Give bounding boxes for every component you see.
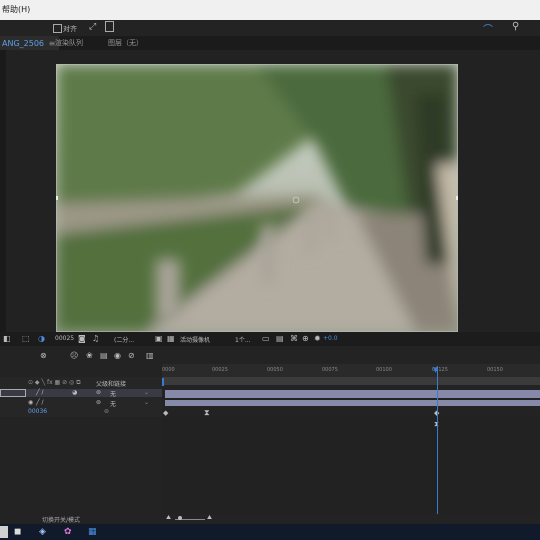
hourglass-keyframe-icon[interactable]: ⧗ — [204, 408, 210, 418]
chevron-down-icon[interactable]: ⌄ — [144, 389, 149, 396]
layer-switches[interactable]: ╱ ∕ — [36, 399, 44, 406]
pickwhip-icon[interactable]: ⊚ — [96, 399, 101, 406]
roi-icon[interactable]: ▣ — [155, 334, 163, 343]
ruler-tick: 00025 — [212, 367, 228, 373]
frame-blend-icon[interactable]: ▤ — [100, 351, 108, 360]
brush-icon[interactable]: ⌒ — [483, 21, 493, 36]
time-value[interactable]: 00036 — [28, 408, 47, 415]
layer-switch-icon[interactable]: ⊗ — [40, 351, 47, 360]
shy-icon[interactable]: ☹ — [70, 351, 78, 360]
timeline-empty-area — [162, 417, 540, 514]
exposure-icon[interactable]: ✹ — [314, 334, 321, 343]
draft-3d-icon[interactable]: ❀ — [86, 351, 93, 360]
taskbar-app-icon[interactable] — [0, 526, 8, 538]
zoom-in-icon[interactable]: ⛰ — [207, 514, 212, 522]
graph-icon[interactable]: ▥ — [146, 351, 154, 360]
region-icon[interactable]: ⬚ — [22, 334, 30, 343]
flowchart-icon[interactable]: ⊕ — [302, 334, 309, 343]
fast-preview-icon[interactable]: ▤ — [276, 334, 284, 343]
tab-render-queue[interactable]: 渲染队列 — [55, 38, 83, 48]
composition-frame[interactable] — [56, 64, 458, 332]
graph-editor-icon[interactable]: ⊘ — [128, 351, 135, 360]
keyframe-icon[interactable]: ◆ — [163, 409, 168, 417]
menu-help[interactable]: 帮助(H) — [2, 4, 30, 15]
menu-bar: 帮助(H) — [0, 0, 540, 20]
time-ruler[interactable]: 0000 00025 00050 00075 00100 00125 00150 — [162, 364, 540, 377]
keyframe-link-icon[interactable]: ⊚ — [104, 408, 109, 415]
align-checkbox[interactable] — [53, 24, 62, 33]
work-area-start[interactable] — [162, 378, 164, 386]
show-snapshot-icon[interactable]: ♫ — [92, 334, 99, 343]
pickwhip-icon[interactable]: ⊚ — [96, 389, 101, 396]
layer-label-box[interactable] — [0, 389, 26, 397]
timeline-icon[interactable]: ⌘ — [290, 334, 298, 343]
layer-duration-bar[interactable] — [165, 390, 540, 398]
taskbar-photos-icon[interactable]: ✿ — [64, 527, 72, 537]
align-label: 对齐 — [63, 25, 77, 33]
ruler-tick: 00100 — [376, 367, 392, 373]
blend-icon[interactable]: ◕ — [72, 389, 77, 396]
zoom-slider-handle[interactable] — [178, 516, 182, 520]
eye-icon[interactable]: ◉ — [28, 399, 33, 406]
layer-row[interactable]: ◉ ╱ ∕ ⊚ 无 ⌄ — [0, 399, 162, 408]
layer-switches[interactable]: ╱ ∕ — [36, 389, 44, 396]
resolution-dropdown[interactable]: (二分... — [114, 335, 134, 344]
toggle-switches-modes[interactable]: 切换开关/模式 — [42, 515, 80, 524]
motion-blur-icon[interactable]: ◉ — [114, 351, 121, 360]
color-picker-icon[interactable]: ◑ — [38, 334, 45, 343]
layer-columns-header: ⊙ ◆ ╲ fx ▦ ⊘ ◎ ⧉ 父级和链接 — [0, 379, 162, 388]
exposure-value[interactable]: +0.0 — [323, 335, 338, 342]
taskbar-app-icon[interactable]: ◈ — [39, 527, 46, 537]
parent-dropdown[interactable]: 无 — [110, 399, 116, 408]
viewer-controls: ◧ ⬚ ◑ 00025 ◙ ♫ (二分... ▣ ▦ 活动摄像机 1个... ▭… — [0, 332, 540, 346]
reset-exposure-icon[interactable]: ▭ — [262, 334, 270, 343]
views-dropdown[interactable]: 1个... — [235, 335, 251, 344]
current-time-readout[interactable]: 00025 — [55, 335, 74, 342]
expand-icon[interactable]: ⤢ — [89, 22, 96, 32]
parent-dropdown[interactable]: 无 — [110, 389, 116, 398]
ruler-tick: 00050 — [267, 367, 283, 373]
viewer-tabs: ANG_2506 ≡ 渲染队列 图层（无） — [0, 36, 540, 50]
search-icon[interactable]: ⚲ — [512, 21, 519, 32]
magnify-icon[interactable]: ◧ — [3, 334, 11, 343]
timeline-header: ⊗ ☹ ❀ ▤ ◉ ⊘ ▥ — [0, 346, 540, 364]
chevron-down-icon[interactable]: ⌄ — [144, 399, 149, 406]
panel-icon[interactable] — [105, 21, 114, 32]
layer-panel: ⊙ ◆ ╲ fx ▦ ⊘ ◎ ⧉ 父级和链接 ╱ ∕ ◕ ⊚ 无 ⌄ ◉ ╱ ∕… — [0, 377, 162, 417]
os-taskbar: ◼ ◈ ✿ ▦ — [0, 524, 540, 540]
parent-column-header: 父级和链接 — [96, 381, 127, 388]
tab-composition[interactable]: ANG_2506 ≡ — [0, 36, 60, 50]
ruler-tick: 00075 — [322, 367, 338, 373]
transparency-grid-icon[interactable]: ▦ — [167, 334, 175, 343]
toolbar: 对齐 ⤢ ⌒ ⚲ — [0, 20, 540, 37]
zoom-out-icon[interactable]: ⛰ — [166, 514, 171, 522]
playhead-handle-icon[interactable]: ▼ — [433, 366, 438, 374]
work-area-bar[interactable] — [162, 377, 540, 385]
playhead[interactable] — [437, 366, 438, 514]
camera-dropdown[interactable]: 活动摄像机 — [180, 335, 210, 344]
taskbar-edge-icon[interactable]: ◼ — [14, 527, 21, 537]
ruler-tick: 00150 — [487, 367, 503, 373]
switches-icon: ⊙ ◆ ╲ fx ▦ ⊘ ◎ ⧉ — [28, 379, 81, 386]
taskbar-explorer-icon[interactable]: ▦ — [88, 527, 97, 537]
timeline-status-bar: 切换开关/模式 ⛰ ⛰ — [0, 514, 540, 524]
snapshot-icon[interactable]: ◙ — [78, 334, 86, 343]
ruler-tick: 0000 — [162, 367, 175, 373]
tab-composition-label: ANG_2506 — [2, 39, 45, 48]
time-property-row: 00036 ⊚ — [0, 408, 162, 416]
blurred-video-frame — [56, 64, 458, 332]
tab-layer[interactable]: 图层（无） — [108, 38, 143, 48]
layer-row[interactable]: ╱ ∕ ◕ ⊚ 无 ⌄ — [0, 389, 162, 398]
layer-duration-bar[interactable] — [165, 400, 540, 406]
viewer-left-edge — [0, 50, 6, 332]
